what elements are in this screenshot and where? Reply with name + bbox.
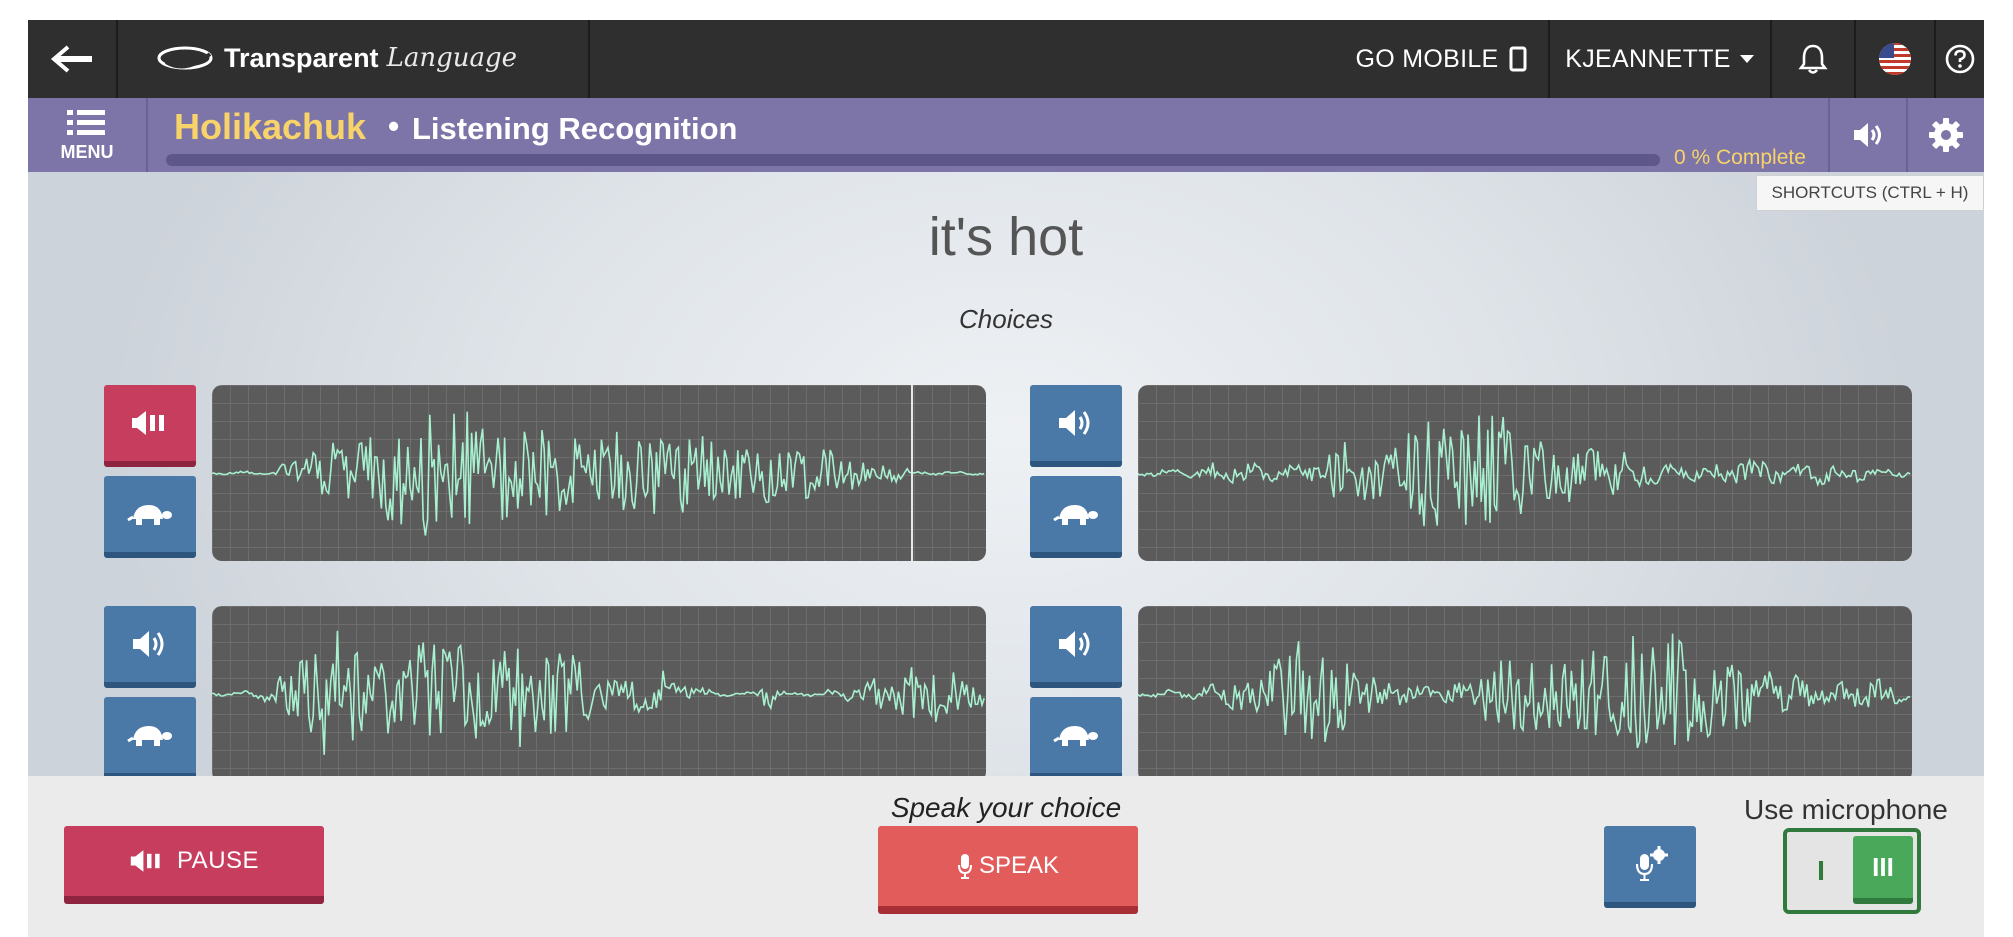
speak-button[interactable]: SPEAK	[878, 826, 1138, 914]
turtle-icon	[1053, 726, 1098, 746]
speaker-icon	[1854, 123, 1881, 147]
back-button[interactable]	[28, 20, 118, 98]
shortcuts-tooltip[interactable]: SHORTCUTS (CTRL + H)	[1756, 175, 1984, 211]
menu-label: MENU	[60, 141, 114, 162]
chevron-down-icon	[1739, 55, 1754, 63]
top-bar: Transparent Language GO MOBILE KJEANNETT…	[28, 20, 1984, 98]
language-title: Holikachuk	[174, 106, 367, 147]
toggle-on-option[interactable]: III	[1853, 836, 1913, 904]
progress-label: 0 % Complete	[1674, 146, 1806, 169]
bottom-bar: PAUSE Speak your choice SPEAK Use microp…	[28, 776, 1984, 937]
microphone-icon	[957, 854, 972, 879]
choice-3-slow-button[interactable]	[104, 697, 196, 779]
choice-1-slow-button[interactable]	[104, 476, 196, 558]
playhead	[911, 385, 913, 561]
logo-brand: Transparent	[224, 42, 379, 73]
prompt-text: it's hot	[928, 207, 1084, 267]
choice-1-pause-button[interactable]	[104, 385, 196, 467]
logo-language: Language	[386, 43, 517, 73]
speaker-icon	[1059, 410, 1090, 436]
lesson-header: MENU Holikachuk • Listening Recognition …	[28, 98, 1984, 172]
logo-swoosh-icon	[157, 46, 213, 70]
choice-3-waveform[interactable]	[212, 606, 986, 782]
use-microphone-label: Use microphone	[1744, 794, 1948, 825]
logo: Transparent Language	[156, 38, 517, 78]
choice-1-wave	[212, 411, 985, 536]
choice-4-play-button[interactable]	[1030, 606, 1122, 688]
language-flag-button[interactable]	[1856, 20, 1936, 98]
microphone-toggle[interactable]: I III	[1783, 828, 1921, 914]
audio-toggle-button[interactable]	[1828, 98, 1906, 172]
exercise-area: it's hot Choices	[28, 172, 1984, 782]
pause-audio-icon	[130, 850, 160, 872]
speaker-icon	[133, 631, 164, 657]
app-window: Transparent Language GO MOBILE KJEANNETT…	[28, 20, 1984, 937]
speaker-icon	[1059, 631, 1090, 657]
turtle-icon	[127, 505, 172, 525]
pause-button[interactable]: PAUSE	[64, 826, 324, 904]
activity-title: Listening Recognition	[412, 111, 738, 146]
phone-icon	[1509, 46, 1526, 72]
go-mobile-label: GO MOBILE	[1355, 44, 1499, 73]
toggle-off-option[interactable]: I	[1793, 840, 1849, 902]
user-menu[interactable]: KJEANNETTE	[1550, 20, 1772, 98]
arrow-left-icon	[50, 45, 92, 73]
help-icon	[1945, 44, 1975, 74]
gear-icon	[1929, 118, 1963, 152]
title-separator: •	[388, 108, 400, 144]
choice-2-wave	[1138, 415, 1911, 527]
mic-settings-button[interactable]	[1604, 826, 1696, 908]
hamburger-icon	[67, 109, 105, 135]
us-flag-icon	[1879, 43, 1911, 75]
pause-audio-icon	[132, 411, 164, 435]
choice-2-slow-button[interactable]	[1030, 476, 1122, 558]
progress-bar	[166, 154, 1660, 166]
notifications-button[interactable]	[1772, 20, 1856, 98]
speak-prompt: Speak your choice	[890, 792, 1122, 823]
choice-2-waveform[interactable]	[1138, 385, 1912, 561]
speak-label: SPEAK	[978, 852, 1060, 879]
go-mobile-button[interactable]: GO MOBILE	[1334, 20, 1550, 98]
choice-4-wave	[1138, 633, 1911, 749]
settings-button[interactable]	[1906, 98, 1984, 172]
choice-4-slow-button[interactable]	[1030, 697, 1122, 779]
bell-icon	[1798, 44, 1828, 74]
pause-label: PAUSE	[176, 847, 260, 874]
choice-3-wave	[212, 630, 985, 755]
menu-button[interactable]: MENU	[28, 98, 148, 172]
mic-settings-icon	[1635, 846, 1668, 881]
help-button[interactable]	[1936, 20, 1984, 98]
choice-1-waveform[interactable]	[212, 385, 986, 561]
turtle-icon	[127, 726, 172, 746]
user-name: KJEANNETTE	[1565, 44, 1731, 73]
choices-label: Choices	[959, 304, 1053, 334]
choice-2-play-button[interactable]	[1030, 385, 1122, 467]
choice-4-waveform[interactable]	[1138, 606, 1912, 782]
turtle-icon	[1053, 505, 1098, 525]
choice-3-play-button[interactable]	[104, 606, 196, 688]
